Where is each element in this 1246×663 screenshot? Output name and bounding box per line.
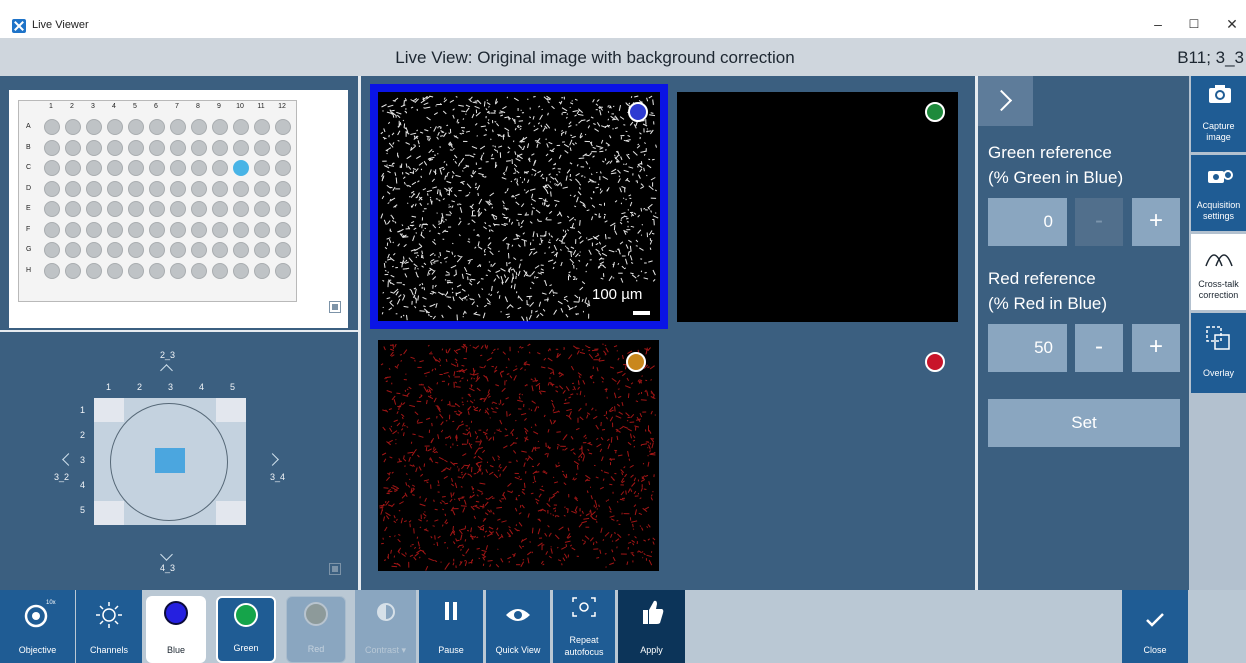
objective-magnification: 10x — [46, 600, 56, 606]
overlay-tool[interactable]: Overlay — [1191, 313, 1246, 393]
green-channel-indicator — [925, 102, 945, 122]
acquisition-settings-tool[interactable]: Acquisition settings — [1191, 155, 1246, 231]
red-channel-button[interactable]: Red — [286, 596, 346, 663]
green-reference-field[interactable]: 0 — [988, 198, 1067, 246]
red-increment-button[interactable]: + — [1132, 324, 1180, 372]
apply-button[interactable]: Apply — [618, 590, 685, 663]
orange-channel-indicator — [626, 352, 646, 372]
set-button[interactable]: Set — [988, 399, 1180, 447]
green-channel-icon — [234, 603, 258, 627]
channels-label: Channels — [89, 645, 129, 655]
capture-image-tool[interactable]: Capture image — [1191, 76, 1246, 152]
red-channel-icon — [304, 602, 328, 626]
contrast-button[interactable]: Contrast ▾ — [355, 590, 416, 663]
close-label: Close — [1143, 645, 1167, 655]
pause-icon — [445, 602, 457, 620]
green-increment-button[interactable]: + — [1132, 198, 1180, 246]
checkmark-icon — [1146, 613, 1164, 627]
red-reference-field[interactable]: 50 — [988, 324, 1067, 372]
autofocus-label: autofocus — [564, 647, 604, 657]
collapse-panel-button[interactable] — [978, 76, 1033, 126]
sun-icon — [96, 602, 122, 628]
quick-view-label: Quick View — [495, 645, 541, 655]
objective-label: Objective — [18, 645, 57, 655]
apply-label: Apply — [640, 645, 663, 655]
repeat-autofocus-button[interactable]: Repeat autofocus — [553, 590, 615, 663]
contrast-icon — [376, 603, 395, 621]
blue-channel-label: Blue — [166, 645, 185, 655]
red-channel-label: Red — [307, 644, 325, 654]
quick-view-button[interactable]: Quick View — [486, 590, 550, 663]
blue-channel-button[interactable]: Blue — [146, 596, 206, 663]
thumbs-up-icon — [642, 600, 663, 624]
camera-gear-icon — [1208, 170, 1233, 183]
channels-button[interactable]: Channels — [76, 590, 142, 663]
blue-channel-icon — [164, 601, 188, 625]
camera-icon — [1209, 85, 1231, 103]
acquisition-label-1: Acquisition — [1196, 200, 1241, 210]
cell-speckle-group — [379, 343, 657, 571]
eye-icon — [506, 609, 530, 621]
acquisition-label-2: settings — [1202, 211, 1235, 221]
overlay-icon — [1206, 326, 1230, 350]
red-reference-label: Red reference — [988, 269, 1096, 288]
green-reference-label: Green reference — [988, 143, 1112, 162]
repeat-label: Repeat — [569, 635, 599, 645]
scale-bar — [633, 311, 650, 315]
green-decrement-button[interactable]: - — [1075, 198, 1123, 246]
crosstalk-curves-icon — [1205, 254, 1233, 267]
contrast-label: Contrast ▾ — [364, 645, 407, 655]
capture-label-1: Capture — [1202, 121, 1235, 131]
overlay-label: Overlay — [1202, 368, 1234, 378]
green-channel-button[interactable]: Green — [216, 596, 276, 663]
red-reference-sublabel: (% Red in Blue) — [988, 294, 1108, 313]
red-decrement-button[interactable]: - — [1075, 324, 1123, 372]
green-reference-sublabel: (% Green in Blue) — [988, 168, 1124, 187]
close-button[interactable]: Close — [1122, 590, 1188, 663]
red-channel-indicator — [925, 352, 945, 372]
pause-label: Pause — [438, 645, 464, 655]
crosstalk-label-2: correction — [1198, 290, 1239, 300]
green-channel-label: Green — [233, 643, 259, 653]
autofocus-icon — [572, 597, 596, 617]
scale-bar-label: 100 µm — [592, 286, 643, 303]
pause-button[interactable]: Pause — [419, 590, 483, 663]
capture-label-2: image — [1206, 132, 1231, 142]
objective-button[interactable]: 10x Objective — [0, 590, 75, 663]
crosstalk-label-1: Cross-talk — [1198, 279, 1239, 289]
crosstalk-correction-tool[interactable]: Cross-talk correction — [1191, 234, 1246, 310]
blue-channel-indicator — [628, 102, 648, 122]
